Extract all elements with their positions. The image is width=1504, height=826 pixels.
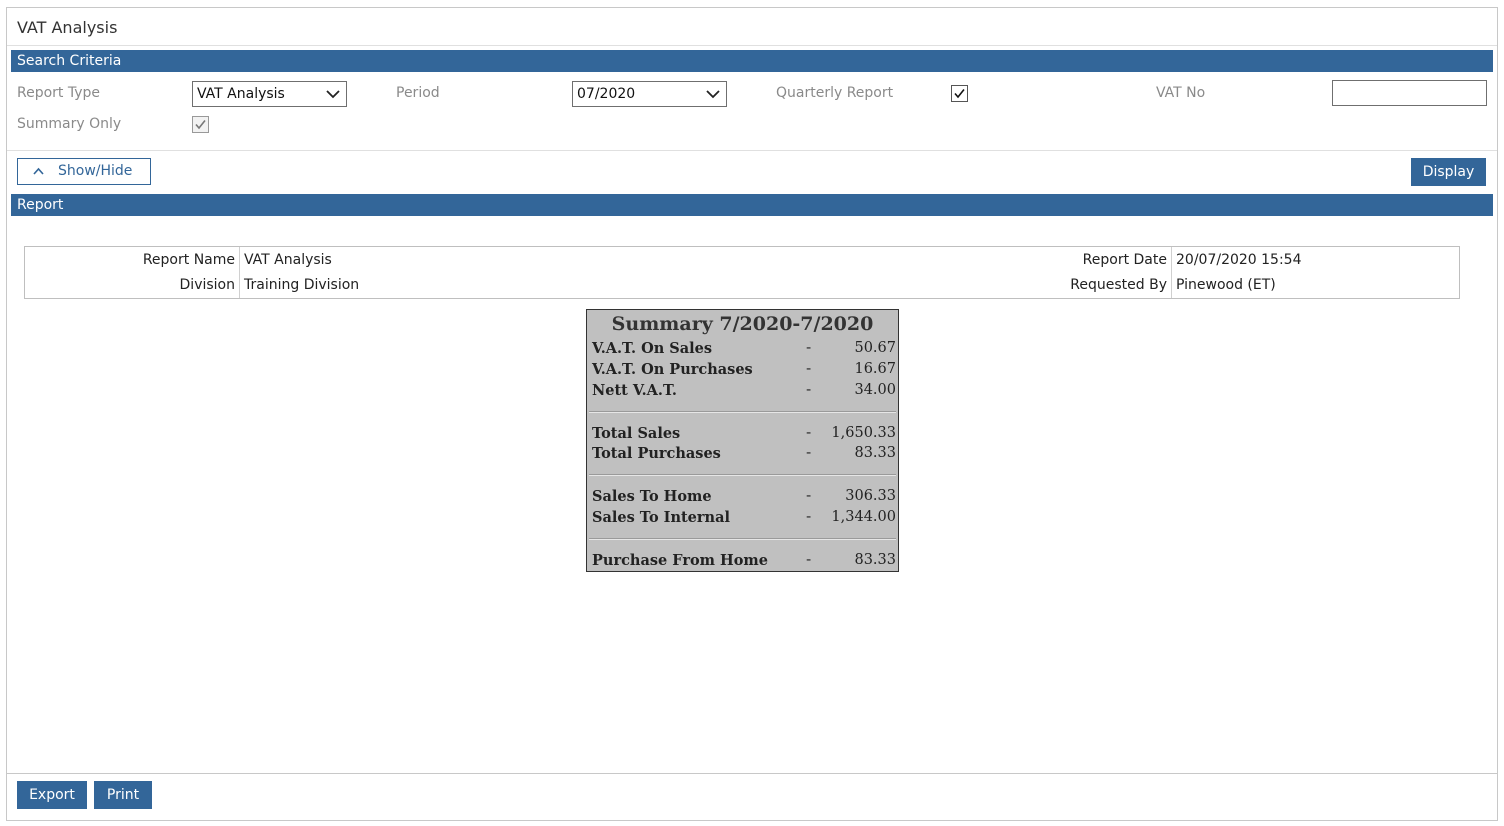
report-header: Report — [11, 194, 1493, 216]
checkmark-icon — [195, 120, 206, 130]
requested-by-label: Requested By — [1070, 277, 1167, 293]
divider — [7, 773, 1497, 774]
summary-table: Summary 7/2020-7/2020 V.A.T. On Sales - … — [586, 309, 899, 572]
divider — [589, 538, 896, 540]
report-info-table: Report Name VAT Analysis Division Traini… — [24, 246, 1460, 299]
report-name-value: VAT Analysis — [244, 252, 332, 268]
checkmark-icon — [954, 89, 965, 99]
show-hide-button[interactable]: Show/Hide — [17, 158, 151, 185]
report-name-label: Report Name — [142, 252, 235, 268]
summary-row: V.A.T. On Purchases - 16.67 — [592, 361, 896, 378]
page-title: VAT Analysis — [17, 18, 118, 37]
chevron-down-icon — [706, 90, 720, 99]
summary-row: Sales To Internal - 1,344.00 — [592, 509, 896, 526]
period-label: Period — [396, 85, 440, 101]
summary-row: Total Sales - 1,650.33 — [592, 425, 896, 442]
summary-title: Summary 7/2020-7/2020 — [611, 313, 874, 335]
report-type-value: VAT Analysis — [197, 86, 285, 102]
summary-row: Total Purchases - 83.33 — [592, 445, 896, 462]
summary-row: Sales To Home - 306.33 — [592, 488, 896, 505]
summary-only-label: Summary Only — [17, 116, 122, 132]
report-date-value: 20/07/2020 15:54 — [1176, 252, 1302, 268]
summary-only-checkbox[interactable] — [192, 116, 209, 133]
report-date-label: Report Date — [1082, 252, 1167, 268]
divider — [589, 474, 896, 476]
requested-by-value: Pinewood (ET) — [1176, 277, 1276, 293]
divider — [7, 45, 1497, 46]
summary-row: Nett V.A.T. - 34.00 — [592, 382, 896, 399]
divider — [589, 411, 896, 413]
report-type-select[interactable]: VAT Analysis — [192, 81, 347, 107]
vat-no-input[interactable] — [1332, 80, 1487, 106]
period-select[interactable]: 07/2020 — [572, 81, 727, 107]
summary-row: V.A.T. On Sales - 50.67 — [592, 340, 896, 357]
division-value: Training Division — [244, 277, 360, 293]
show-hide-label: Show/Hide — [58, 163, 133, 179]
vat-no-label: VAT No — [1156, 85, 1206, 101]
quarterly-report-label: Quarterly Report — [776, 85, 894, 101]
print-button[interactable]: Print — [94, 781, 152, 809]
divider — [7, 150, 1497, 151]
division-label: Division — [179, 277, 235, 293]
report-type-label: Report Type — [17, 85, 101, 101]
quarterly-report-checkbox[interactable] — [951, 85, 968, 102]
vat-analysis-panel: VAT Analysis Search Criteria Report Type… — [6, 7, 1498, 821]
summary-row: Purchase From Home - 83.33 — [592, 552, 896, 569]
chevron-down-icon — [326, 90, 340, 99]
export-button[interactable]: Export — [17, 781, 87, 809]
chevron-up-icon — [33, 167, 44, 175]
display-button[interactable]: Display — [1411, 158, 1486, 186]
period-value: 07/2020 — [577, 86, 636, 102]
search-criteria-header: Search Criteria — [11, 50, 1493, 72]
